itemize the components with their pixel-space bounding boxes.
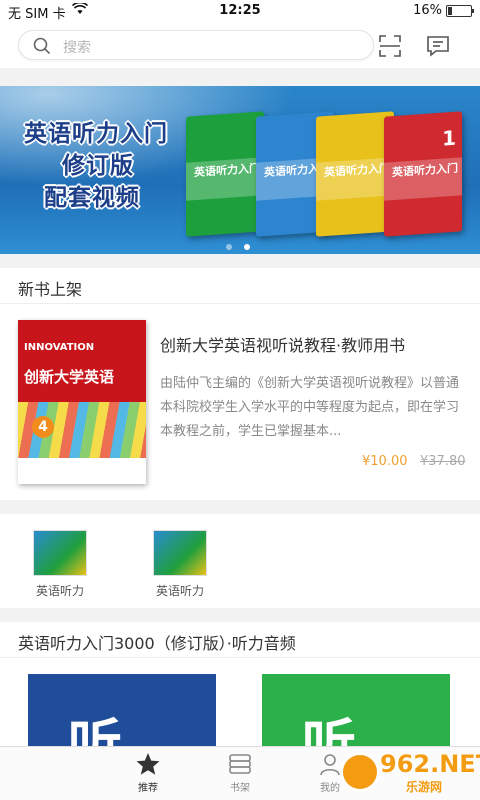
search-input[interactable]: 搜索 [18, 30, 374, 60]
category-label: 英语听力 [155, 584, 204, 598]
category-item[interactable]: 英语听力 [24, 530, 96, 600]
top-header: 搜索 [0, 22, 480, 68]
audio-tile[interactable]: 听 [28, 674, 216, 754]
category-thumbnail [153, 530, 207, 576]
category-label: 英语听力 [35, 584, 84, 598]
watermark-logo: 962.NET 乐游网 [340, 750, 480, 796]
promo-banner[interactable]: 英语听力入门 修订版 配套视频 英语听力入门 英语听力入门 英语听力入门 英语听… [0, 86, 480, 254]
banner-book: 英语听力入门 1 [384, 111, 462, 237]
carousel-dot-active[interactable] [244, 244, 250, 250]
book-title: 创新大学英语视听说教程·教师用书 [160, 336, 406, 355]
tab-label: 推荐 [138, 783, 158, 794]
audio-list: 听 听 [0, 658, 480, 754]
search-icon [33, 37, 51, 59]
banner-book: 英语听力入门 [316, 111, 394, 237]
tab-recommend[interactable]: 推荐 [118, 751, 178, 794]
battery-icon [446, 5, 474, 17]
category-row: 英语听力 英语听力 [0, 514, 480, 608]
section-title-new-books: 新书上架 [0, 268, 480, 304]
bookshelf-icon [210, 751, 270, 779]
tab-label: 书架 [230, 783, 250, 794]
status-bar: 无 SIM 卡 12:25 16% [0, 0, 480, 22]
message-icon[interactable] [426, 34, 450, 58]
star-icon [118, 751, 178, 779]
category-thumbnail [33, 530, 87, 576]
book-description: 由陆仲飞主编的《创新大学英语视听说教程》以普通本科院校学生入学水平的中等程度为起… [160, 376, 460, 439]
search-placeholder: 搜索 [63, 40, 91, 56]
banner-line-1: 英语听力入门 [24, 121, 168, 147]
clock: 12:25 [219, 3, 261, 18]
battery-percent: 16% [413, 3, 442, 18]
book-card[interactable]: INNOVATION 创新大学英语 4 创新大学英语视听说教程·教师用书 由陆仲… [0, 304, 480, 500]
banner-book: 英语听力入门 [186, 111, 264, 237]
category-item[interactable]: 英语听力 [144, 530, 216, 600]
scan-icon[interactable] [378, 34, 402, 58]
audio-tile[interactable]: 听 [262, 674, 450, 754]
tab-bookshelf[interactable]: 书架 [210, 751, 270, 794]
book-original-price: ¥37.80 [420, 454, 466, 469]
book-price: ¥10.00 [362, 454, 408, 469]
banner-line-2: 修订版 [62, 153, 134, 179]
book-cover: INNOVATION 创新大学英语 4 [18, 320, 146, 484]
section-title-audio: 英语听力入门3000（修订版）·听力音频 [0, 622, 480, 658]
banner-line-3: 配套视频 [44, 185, 140, 211]
carousel-dot[interactable] [226, 244, 232, 250]
